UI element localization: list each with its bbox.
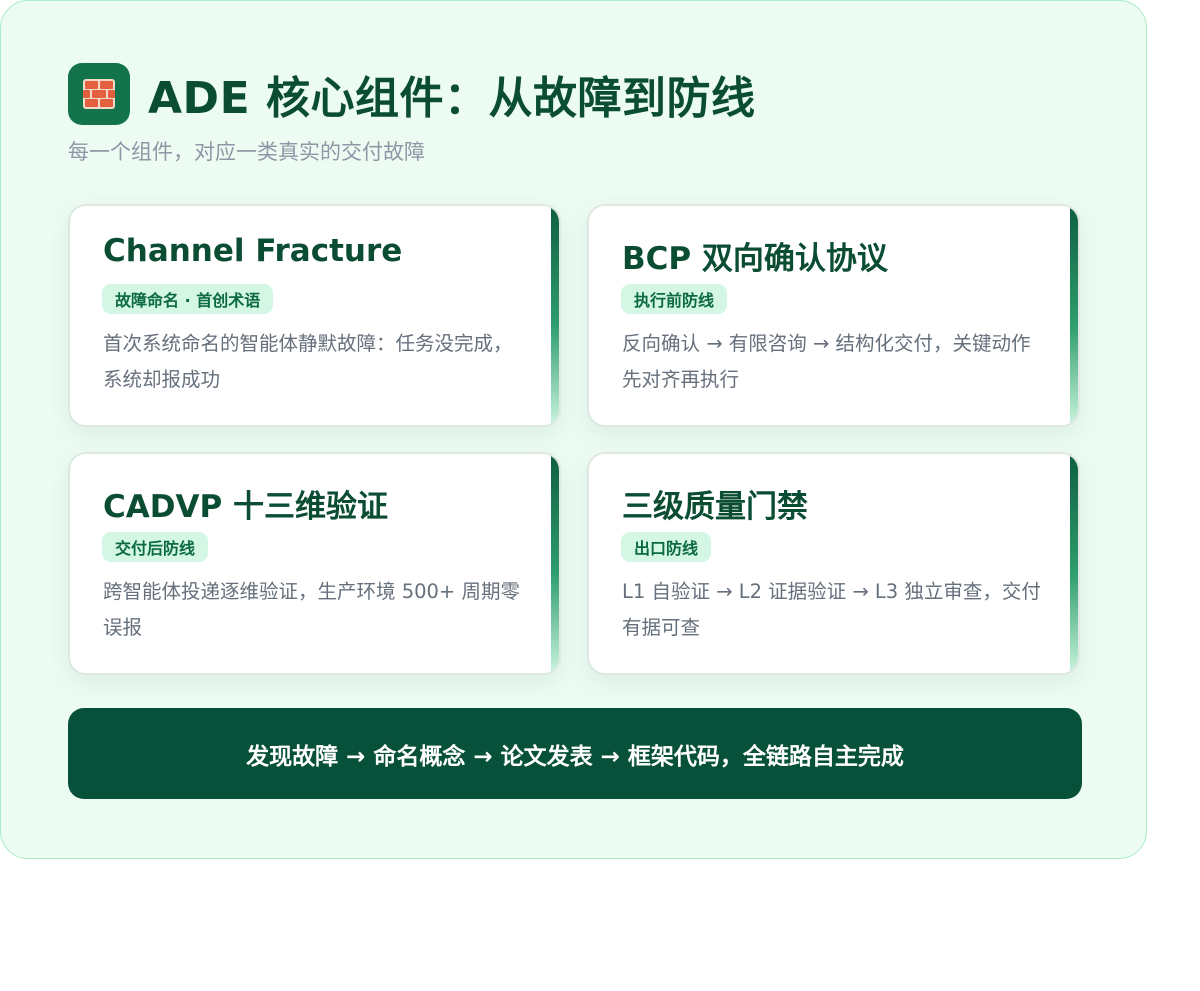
card-tag: 交付后防线 xyxy=(102,532,209,562)
card-description: L1 自验证 → L2 证据验证 → L3 独立审查，交付有据可查 xyxy=(622,580,1041,639)
card-description: 跨智能体投递逐维验证，生产环境 500+ 周期零误报 xyxy=(103,580,520,639)
card-title: 三级质量门禁 xyxy=(622,489,808,525)
card-description: 反向确认 → 有限咨询 → 结构化交付，关键动作先对齐再执行 xyxy=(622,332,1031,391)
main-panel: ADE 核心组件：从故障到防线 每一个组件，对应一类真实的交付故障 Channe… xyxy=(0,0,1147,859)
card-description: 首次系统命名的智能体静默故障：任务没完成，系统却报成功 xyxy=(103,332,513,391)
card-tag: 故障命名 · 首创术语 xyxy=(102,284,274,314)
card-tag: 出口防线 xyxy=(621,532,712,562)
card-title: BCP 双向确认协议 xyxy=(622,241,888,277)
component-card-channel-fracture: Channel Fracture 故障命名 · 首创术语 首次系统命名的智能体静… xyxy=(68,204,561,427)
summary-banner: 发现故障 → 命名概念 → 论文发表 → 框架代码，全链路自主完成 xyxy=(68,708,1082,799)
brick-glyph xyxy=(83,79,115,109)
component-card-cadvp: CADVP 十三维验证 交付后防线 跨智能体投递逐维验证，生产环境 500+ 周… xyxy=(68,452,561,675)
card-accent-bar xyxy=(1070,454,1078,673)
card-title: Channel Fracture xyxy=(103,233,403,269)
card-tag: 执行前防线 xyxy=(621,284,728,314)
card-accent-bar xyxy=(551,454,559,673)
card-title: CADVP 十三维验证 xyxy=(103,489,388,525)
page-subtitle: 每一个组件，对应一类真实的交付故障 xyxy=(68,140,425,164)
component-card-bcp: BCP 双向确认协议 执行前防线 反向确认 → 有限咨询 → 结构化交付，关键动… xyxy=(587,204,1080,427)
card-accent-bar xyxy=(1070,206,1078,425)
card-accent-bar xyxy=(551,206,559,425)
brick-wall-icon xyxy=(68,63,130,125)
component-card-quality-gate: 三级质量门禁 出口防线 L1 自验证 → L2 证据验证 → L3 独立审查，交… xyxy=(587,452,1080,675)
page-title: ADE 核心组件：从故障到防线 xyxy=(148,73,756,124)
